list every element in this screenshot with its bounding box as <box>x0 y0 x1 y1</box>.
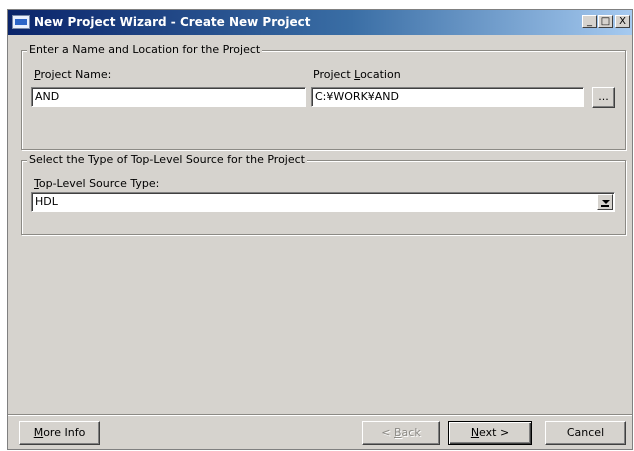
project-name-input[interactable]: AND <box>31 87 306 107</box>
back-button[interactable]: < Back <box>362 421 440 445</box>
project-name-label: Project Name: <box>34 68 112 81</box>
source-type-group-label: Select the Type of Top-Level Source for … <box>27 153 307 166</box>
project-location-label: Project Location <box>313 68 401 81</box>
more-info-button[interactable]: More Info <box>19 421 100 445</box>
title-bar[interactable]: New Project Wizard - Create New Project … <box>8 10 632 35</box>
maximize-button[interactable]: □ <box>598 15 613 28</box>
minimize-button[interactable]: _ <box>582 15 597 28</box>
browse-button[interactable]: ... <box>592 87 615 108</box>
window-title: New Project Wizard - Create New Project <box>34 15 311 29</box>
cancel-button[interactable]: Cancel <box>545 421 626 445</box>
name-location-group-label: Enter a Name and Location for the Projec… <box>27 43 263 56</box>
next-button[interactable]: Next > <box>448 421 532 445</box>
wizard-window: New Project Wizard - Create New Project … <box>7 9 633 450</box>
source-type-label: Top-Level Source Type: <box>34 177 160 190</box>
close-button[interactable]: X <box>615 15 630 28</box>
project-location-input[interactable]: C:¥WORK¥AND <box>311 87 584 107</box>
chevron-down-icon[interactable] <box>597 194 613 210</box>
source-type-selected: HDL <box>35 195 58 208</box>
app-icon <box>12 15 30 29</box>
footer-separator <box>8 414 632 416</box>
source-type-dropdown[interactable]: HDL <box>31 192 615 212</box>
